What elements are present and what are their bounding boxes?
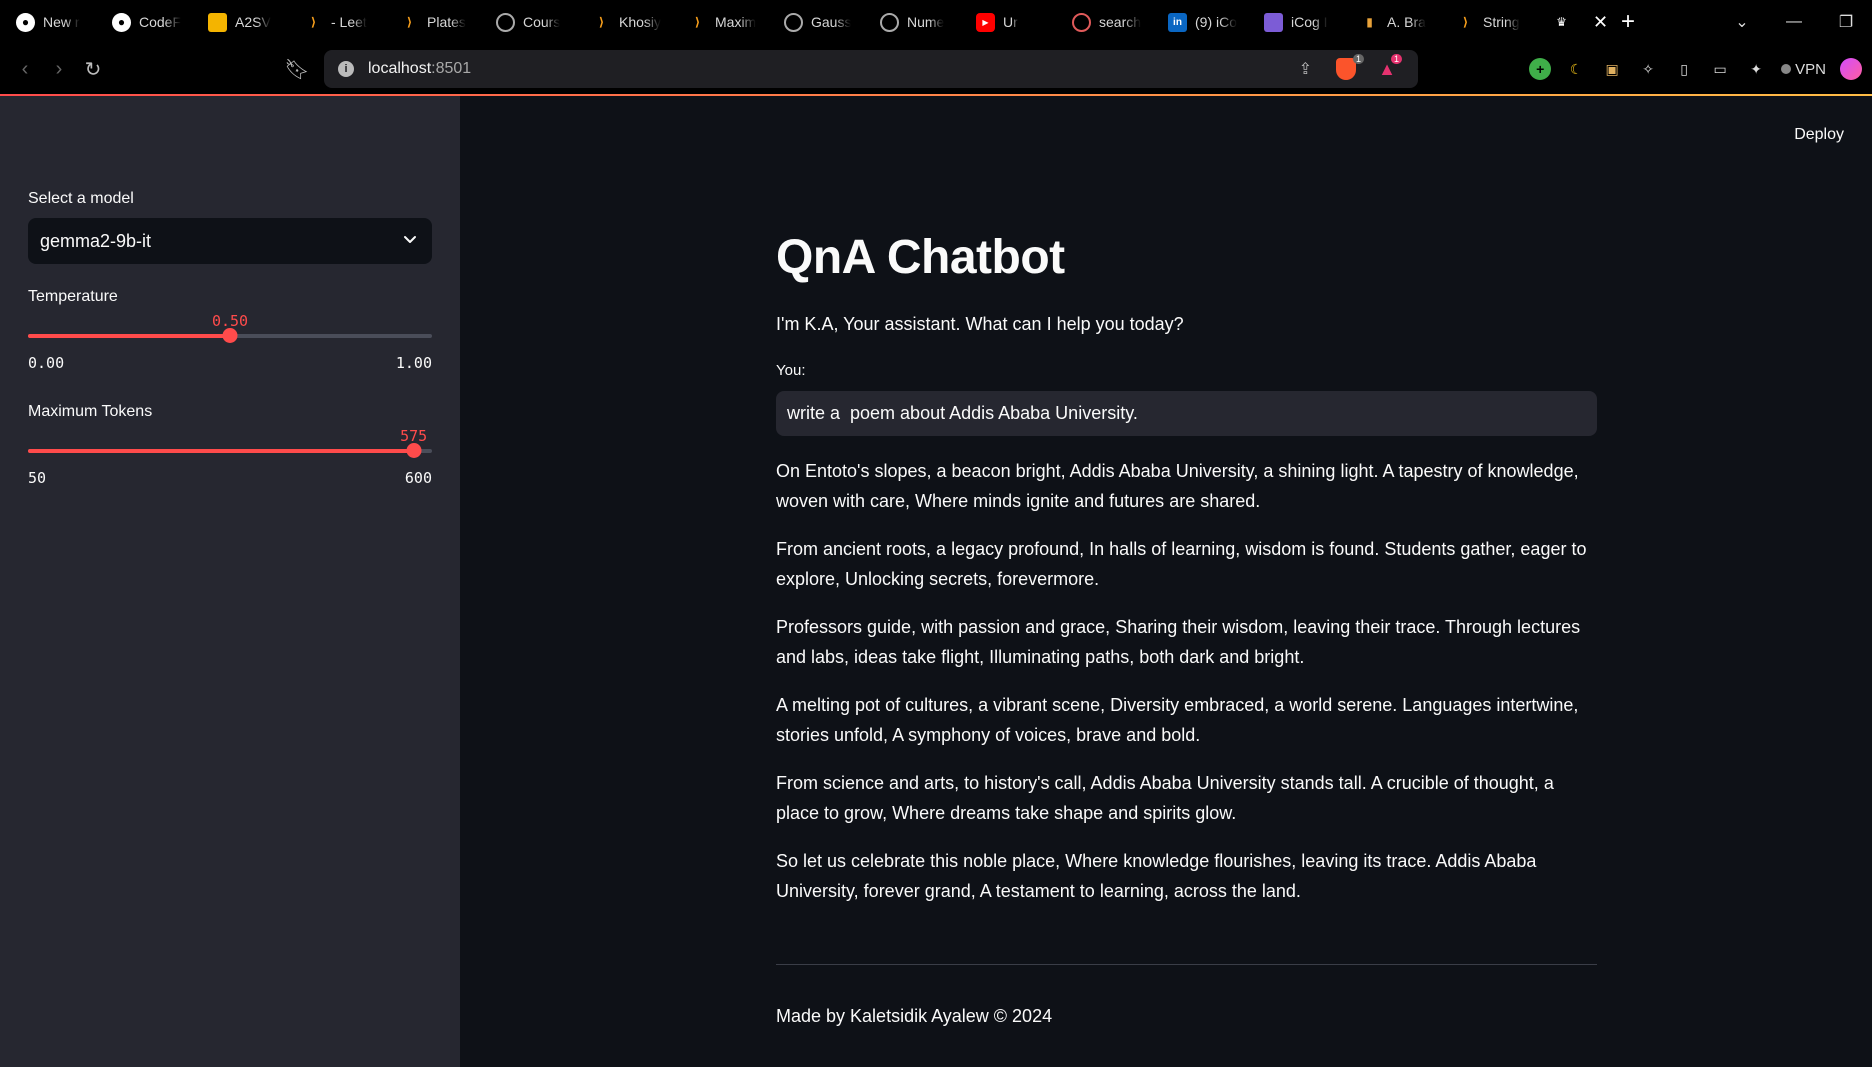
- browser-tab[interactable]: ▮ A. Bra: [1344, 0, 1440, 44]
- response-text: On Entoto's slopes, a beacon bright, Add…: [776, 456, 1597, 924]
- leo-ai-icon[interactable]: ✦: [1745, 58, 1767, 80]
- slider-thumb[interactable]: [222, 328, 238, 343]
- poem-stanza: So let us celebrate this noble place, Wh…: [776, 851, 1537, 901]
- max-tokens-slider[interactable]: 575 50 600: [28, 427, 432, 487]
- slider-thumb[interactable]: [406, 443, 422, 458]
- leetcode-icon: ⟩: [406, 15, 413, 29]
- youtube-icon: ▶: [976, 12, 995, 32]
- browser-tab[interactable]: ⟩ Maxim: [672, 0, 768, 44]
- slider-track[interactable]: [28, 328, 432, 343]
- browser-tab[interactable]: Gauss: [768, 0, 864, 44]
- sidebar-toggle-icon[interactable]: ▯: [1673, 58, 1695, 80]
- profile-icon[interactable]: [1840, 58, 1862, 80]
- address-bar[interactable]: i localhost:8501 ⇪ 1 ▲ 1: [324, 50, 1418, 88]
- deploy-button[interactable]: Deploy: [1794, 126, 1844, 144]
- extension-icon[interactable]: ▣: [1601, 58, 1623, 80]
- globe-icon: [880, 12, 899, 32]
- browser-tab[interactable]: search: [1056, 0, 1152, 44]
- site-info-icon[interactable]: i: [338, 61, 354, 77]
- temperature-label: Temperature: [28, 288, 118, 305]
- globe-icon: [496, 12, 515, 32]
- wallet-icon[interactable]: ▭: [1709, 58, 1731, 80]
- extensions-area: + ☾ ▣ ✧ ▯ ▭ ✦ VPN: [1529, 52, 1862, 86]
- model-select-label: Select a model: [28, 190, 134, 207]
- extension-icon[interactable]: ☾: [1565, 58, 1587, 80]
- bookmark-icon[interactable]: 🔖︎: [280, 57, 314, 82]
- leetcode-icon: ⟩: [1462, 15, 1469, 29]
- browser-tab[interactable]: ● CodeF: [96, 0, 192, 44]
- browser-tab[interactable]: Nume: [864, 0, 960, 44]
- streamlit-icon: ♛: [1556, 15, 1567, 29]
- back-icon[interactable]: ‹: [8, 58, 42, 81]
- browser-tab-active[interactable]: ♛ch✕: [1536, 0, 1608, 44]
- browser-tab[interactable]: ⟩ Plates: [384, 0, 480, 44]
- browser-toolbar: ‹ › ↻ 🔖︎ i localhost:8501 ⇪ 1 ▲ 1 + ☾ ▣ …: [0, 44, 1872, 94]
- restore-icon[interactable]: ❐: [1820, 12, 1872, 32]
- browser-tab[interactable]: A2SV: [192, 0, 288, 44]
- chevron-down-icon: [402, 231, 418, 252]
- slider-fill: [28, 334, 230, 338]
- url-host: localhost: [368, 60, 432, 77]
- question-input[interactable]: write a poem about Addis Ababa Universit…: [776, 391, 1597, 436]
- browser-tab[interactable]: in (9) iCo: [1152, 0, 1248, 44]
- globe-icon: [784, 12, 803, 32]
- share-icon[interactable]: ⇪: [1299, 59, 1312, 79]
- close-tab-icon[interactable]: ✕: [1593, 12, 1608, 33]
- temperature-slider[interactable]: 0.50 0.00 1.00: [28, 312, 432, 372]
- vpn-status-icon: [1781, 64, 1792, 74]
- model-select-value: gemma2-9b-it: [40, 230, 152, 251]
- browser-tab[interactable]: ▶ Ur: [960, 0, 1056, 44]
- rewards-badge: 1: [1390, 54, 1402, 64]
- max-tokens-label: Maximum Tokens: [28, 403, 153, 420]
- page-title: QnA Chatbot: [776, 231, 1065, 284]
- reload-icon[interactable]: ↻: [76, 57, 110, 82]
- intro-text: I'm K.A, Your assistant. What can I help…: [776, 314, 1184, 334]
- model-select[interactable]: gemma2-9b-it: [28, 218, 432, 264]
- browser-tab[interactable]: Cours: [480, 0, 576, 44]
- sidebar: Select a model gemma2-9b-it Temperature …: [0, 96, 460, 1067]
- brave-badge: 1: [1352, 54, 1364, 64]
- github-icon: ●: [112, 12, 131, 32]
- browser-tab[interactable]: ⟩ - Leet: [288, 0, 384, 44]
- browser-tab[interactable]: ⟩ String: [1440, 0, 1536, 44]
- notion-icon: [1264, 12, 1283, 32]
- divider: [776, 964, 1597, 965]
- window-controls: ⌄ — ❐: [1716, 0, 1872, 44]
- browser-tab[interactable]: iCog I: [1248, 0, 1344, 44]
- vpn-button[interactable]: VPN: [1781, 61, 1826, 78]
- slides-icon: [208, 12, 227, 32]
- linkedin-icon: in: [1168, 12, 1187, 32]
- leetcode-icon: ⟩: [310, 15, 317, 29]
- input-label: You:: [776, 362, 806, 379]
- poem-stanza: On Entoto's slopes, a beacon bright, Add…: [776, 461, 1579, 511]
- leetcode-icon: ⟩: [598, 15, 605, 29]
- new-tab-button[interactable]: +: [1608, 8, 1648, 36]
- browser-tab[interactable]: ⟩ Khosiy: [576, 0, 672, 44]
- url-port: :8501: [431, 60, 472, 77]
- footer-credit: Made by Kaletsidik Ayalew © 2024: [776, 1006, 1053, 1026]
- add-extension-icon[interactable]: +: [1529, 58, 1552, 80]
- search-icon: [1072, 12, 1091, 32]
- chart-icon: ▮: [1366, 15, 1373, 29]
- browser-tab[interactable]: ● New r: [0, 0, 96, 44]
- minimize-icon[interactable]: —: [1768, 13, 1820, 31]
- poem-stanza: From science and arts, to history's call…: [776, 773, 1554, 823]
- poem-stanza: Professors guide, with passion and grace…: [776, 617, 1581, 667]
- forward-icon[interactable]: ›: [42, 58, 76, 81]
- temperature-min: 0.00: [28, 354, 65, 372]
- poem-stanza: From ancient roots, a legacy profound, I…: [776, 539, 1587, 589]
- max-tokens-max: 600: [404, 469, 432, 487]
- leetcode-icon: ⟩: [694, 15, 701, 29]
- slider-track[interactable]: [28, 443, 432, 458]
- temperature-max: 1.00: [395, 354, 432, 372]
- tab-search-chevron-icon[interactable]: ⌄: [1716, 12, 1768, 32]
- browser-tab-bar: ● New r ● CodeF A2SV ⟩ - Leet ⟩ Plates Cours…: [0, 0, 1872, 44]
- max-tokens-min: 50: [28, 469, 47, 487]
- slider-fill: [28, 449, 414, 453]
- github-icon: ●: [16, 12, 35, 32]
- puzzle-icon[interactable]: ✧: [1637, 58, 1659, 80]
- poem-stanza: A melting pot of cultures, a vibrant sce…: [776, 695, 1579, 745]
